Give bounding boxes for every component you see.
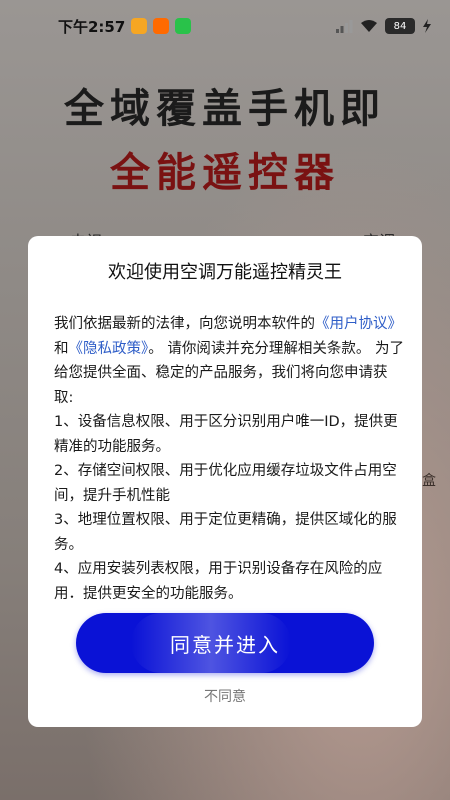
dialog-title: 欢迎使用空调万能遥控精灵王 xyxy=(108,262,342,283)
status-time: 下午2:57 xyxy=(58,17,126,36)
privacy-consent-dialog: 欢迎使用空调万能遥控精灵王 我们依据最新的法律，向您说明本软件的《用户协议》和《… xyxy=(28,236,422,727)
user-agreement-link[interactable]: 《用户协议》 xyxy=(315,316,402,332)
dialog-body: 我们依据最新的法律，向您说明本软件的《用户协议》和《隐私政策》。 请你阅读并充分… xyxy=(54,312,404,606)
charging-icon xyxy=(423,19,431,33)
signal-icon xyxy=(336,20,353,33)
background-side-label: 盒 xyxy=(422,473,436,489)
agree-button-label: 同意并进入 xyxy=(170,632,280,657)
status-left: 下午2:57 xyxy=(58,16,192,37)
privacy-policy-link[interactable]: 《隐私政策》 xyxy=(69,341,149,357)
battery-indicator: 84 xyxy=(385,18,415,34)
status-right: 84 xyxy=(335,18,432,34)
background-headline-line1: 全域覆盖手机即 xyxy=(64,86,386,132)
dialog-intro: 我们依据最新的法律，向您说明本软件的《用户协议》和《隐私政策》。 请你阅读并充分… xyxy=(54,312,404,410)
taobao-icon xyxy=(153,18,170,34)
permission-item: 4、应用安装列表权限，用于识别设备存在风险的应用．提供更安全的功能服务。 xyxy=(54,561,383,602)
permission-item: 1、设备信息权限、用于区分识别用户唯一ID，提供更精准的功能服务。 xyxy=(54,414,398,455)
wifi-icon xyxy=(361,20,377,32)
agree-and-enter-button[interactable]: 同意并进入 xyxy=(76,613,374,673)
permission-item: 3、地理位置权限、用于定位更精确，提供区域化的服务。 xyxy=(54,512,397,553)
permission-item: 2、存储空间权限、用于优化应用缓存垃圾文件占用空间，提升手机性能 xyxy=(54,463,397,504)
weibo-icon xyxy=(131,18,148,34)
background-headline-line2: 全能遥控器 xyxy=(110,150,340,196)
and-text: 和 xyxy=(54,340,69,357)
status-bar: 下午2:57 84 xyxy=(0,0,450,52)
intro-prefix: 我们依据最新的法律，向您说明本软件的 xyxy=(54,316,315,332)
wechat-icon xyxy=(175,18,192,34)
disagree-link[interactable]: 不同意 xyxy=(28,686,422,706)
